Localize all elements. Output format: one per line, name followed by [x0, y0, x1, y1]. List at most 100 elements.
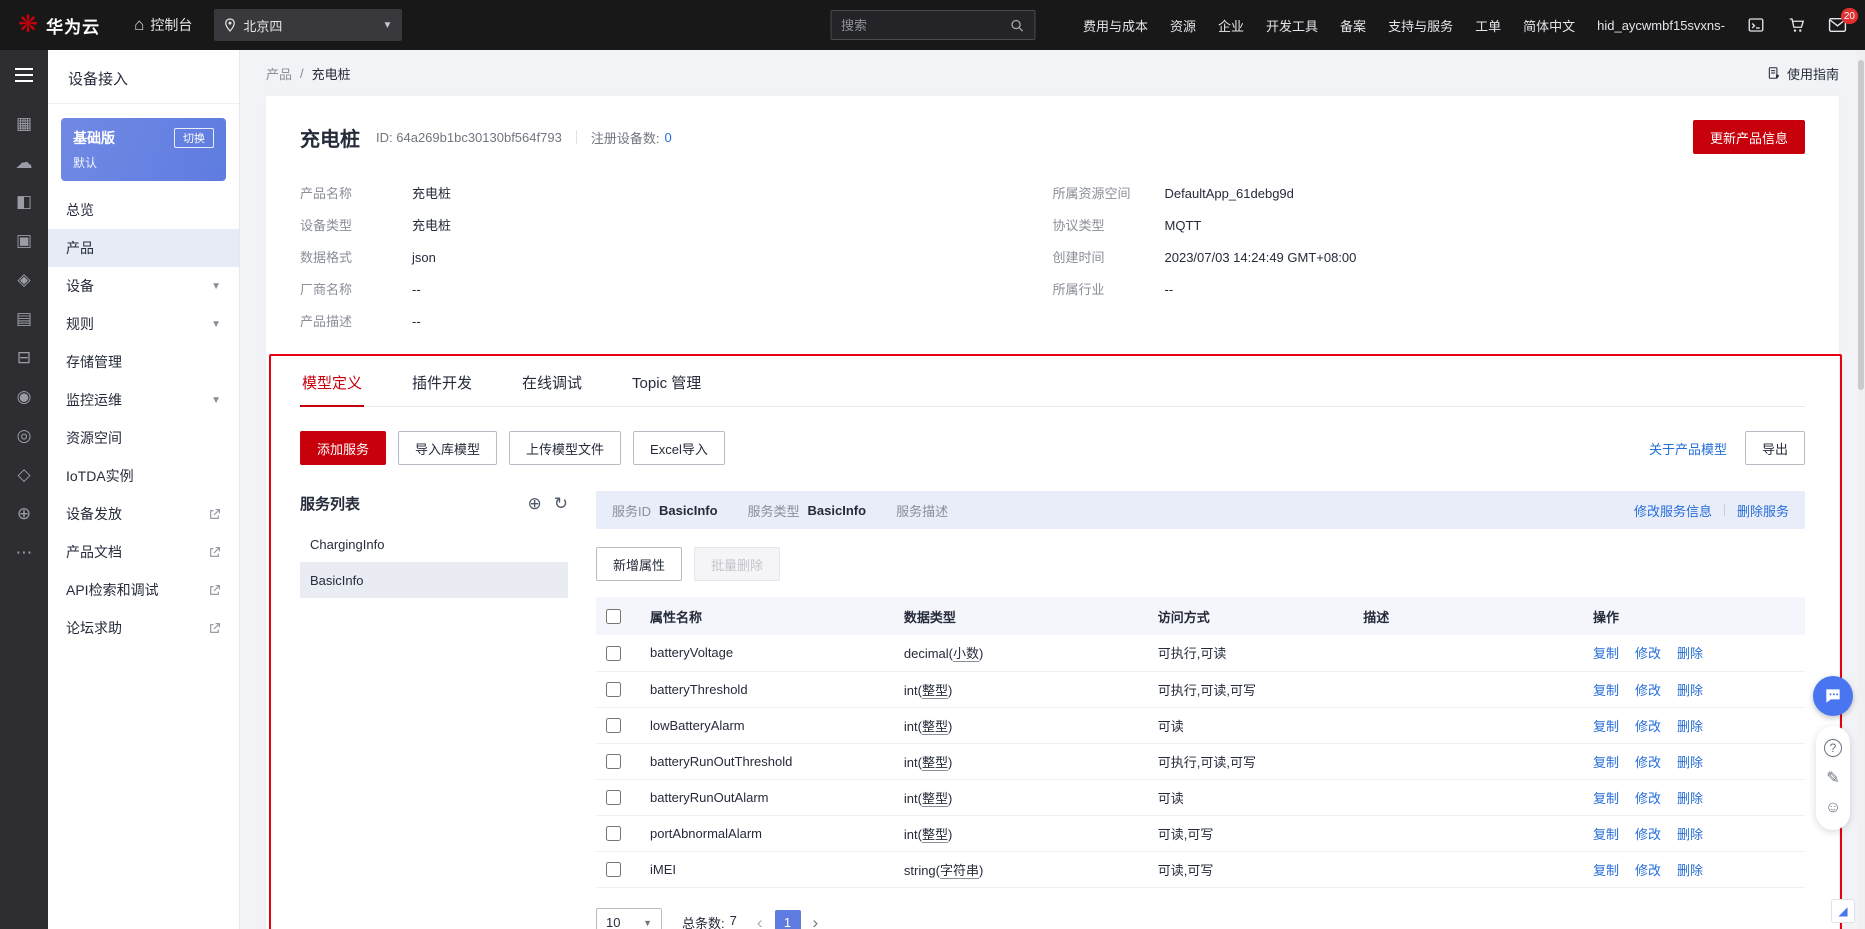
delete-link[interactable]: 删除 — [1677, 827, 1703, 842]
help-icon[interactable]: ? — [1816, 733, 1850, 763]
page-number-current[interactable]: 1 — [774, 909, 801, 929]
copy-link[interactable]: 复制 — [1593, 863, 1619, 878]
copy-link[interactable]: 复制 — [1593, 683, 1619, 698]
sidebar-item-products[interactable]: 产品 — [48, 229, 239, 267]
edit-link[interactable]: 修改 — [1635, 719, 1661, 734]
prev-page-icon[interactable]: ‹ — [757, 914, 763, 929]
type-term[interactable]: 字符串 — [940, 863, 979, 878]
tab-online-debugging[interactable]: 在线调试 — [520, 368, 584, 406]
edit-link[interactable]: 修改 — [1635, 646, 1661, 661]
type-term[interactable]: 整型 — [922, 791, 948, 806]
huawei-cloud-logo[interactable]: ❋ 华为云 — [18, 13, 100, 38]
sidebar-item-api-explorer[interactable]: API检索和调试 — [48, 571, 239, 609]
collapse-corner-widget[interactable]: ◢ — [1831, 899, 1855, 923]
delete-link[interactable]: 删除 — [1677, 719, 1703, 734]
select-all-checkbox[interactable] — [606, 609, 621, 625]
row-checkbox[interactable] — [606, 682, 621, 698]
sidebar-item-resource-spaces[interactable]: 资源空间 — [48, 419, 239, 457]
more-services-icon[interactable]: ⋯ — [0, 533, 48, 572]
add-service-button[interactable]: 添加服务 — [300, 431, 387, 465]
account-name[interactable]: hid_aycwmbf15svxns- — [1597, 18, 1725, 33]
row-checkbox[interactable] — [606, 826, 621, 842]
edit-link[interactable]: 修改 — [1635, 791, 1661, 806]
service-item-charginginfo[interactable]: ChargingInfo — [300, 526, 568, 562]
menu-enterprise[interactable]: 企业 — [1218, 16, 1244, 35]
copy-link[interactable]: 复制 — [1593, 791, 1619, 806]
scrollbar-thumb[interactable] — [1858, 60, 1864, 390]
delete-link[interactable]: 删除 — [1677, 791, 1703, 806]
region-selector[interactable]: 北京四 ▼ — [214, 9, 403, 41]
update-product-button[interactable]: 更新产品信息 — [1692, 120, 1805, 154]
feedback-icon[interactable]: ✎ — [1816, 763, 1850, 793]
sidebar-item-overview[interactable]: 总览 — [48, 191, 239, 229]
tab-plugin-development[interactable]: 插件开发 — [410, 368, 474, 406]
page-size-select[interactable]: 10 ▼ — [596, 907, 662, 929]
sidebar-item-iotda-instances[interactable]: IoTDA实例 — [48, 457, 239, 495]
menu-language[interactable]: 简体中文 — [1523, 16, 1575, 35]
delete-link[interactable]: 删除 — [1677, 646, 1703, 661]
menu-billing[interactable]: 费用与成本 — [1083, 16, 1148, 35]
delete-link[interactable]: 删除 — [1677, 863, 1703, 878]
storage-icon[interactable]: ▤ — [0, 299, 48, 338]
sidebar-item-om[interactable]: 监控运维 ▼ — [48, 381, 239, 419]
monitor-icon[interactable]: ◎ — [0, 416, 48, 455]
type-term[interactable]: 整型 — [922, 719, 948, 734]
row-checkbox[interactable] — [606, 718, 621, 734]
type-term[interactable]: 小数 — [953, 646, 979, 661]
copy-link[interactable]: 复制 — [1593, 827, 1619, 842]
copy-link[interactable]: 复制 — [1593, 719, 1619, 734]
menu-tickets[interactable]: 工单 — [1475, 16, 1501, 35]
satisfaction-icon[interactable]: ☺ — [1816, 793, 1850, 823]
sidebar-item-storage[interactable]: 存储管理 — [48, 343, 239, 381]
excel-import-button[interactable]: Excel导入 — [633, 431, 725, 465]
edit-link[interactable]: 修改 — [1635, 827, 1661, 842]
compute-icon[interactable]: ◧ — [0, 182, 48, 221]
delete-link[interactable]: 删除 — [1677, 755, 1703, 770]
security-icon[interactable]: ◉ — [0, 377, 48, 416]
add-service-icon[interactable]: ⊕ — [528, 494, 542, 514]
edit-link[interactable]: 修改 — [1635, 683, 1661, 698]
messages-icon[interactable]: 20 — [1828, 8, 1858, 33]
add-property-button[interactable]: 新增属性 — [596, 547, 683, 581]
console-link[interactable]: ⌂ 控制台 — [134, 15, 192, 35]
type-term[interactable]: 整型 — [922, 755, 948, 770]
edit-service-link[interactable]: 修改服务信息 — [1634, 501, 1712, 520]
row-checkbox[interactable] — [606, 790, 621, 806]
sidebar-item-product-docs[interactable]: 产品文档 — [48, 533, 239, 571]
ai-icon[interactable]: ◇ — [0, 455, 48, 494]
row-checkbox[interactable] — [606, 862, 621, 878]
next-page-icon[interactable]: › — [813, 914, 819, 929]
import-library-model-button[interactable]: 导入库模型 — [398, 431, 498, 465]
export-button[interactable]: 导出 — [1744, 431, 1805, 465]
customer-service-icon[interactable] — [1813, 676, 1853, 716]
cloud-service-icon[interactable]: ☁ — [0, 143, 48, 182]
search-input[interactable] — [841, 17, 1009, 33]
hamburger-menu-icon[interactable] — [11, 64, 37, 86]
about-product-model-link[interactable]: 关于产品模型 — [1649, 439, 1727, 458]
usage-guide-link[interactable]: 使用指南 — [1767, 64, 1839, 83]
tab-topic-management[interactable]: Topic 管理 — [630, 368, 703, 406]
dashboard-icon[interactable]: ▦ — [0, 104, 48, 143]
sidebar-item-rules[interactable]: 规则 ▼ — [48, 305, 239, 343]
sidebar-item-device-provisioning[interactable]: 设备发放 — [48, 495, 239, 533]
menu-resources[interactable]: 资源 — [1170, 16, 1196, 35]
network-icon[interactable]: ◈ — [0, 260, 48, 299]
delete-service-link[interactable]: 删除服务 — [1737, 501, 1789, 520]
terminal-icon[interactable] — [1747, 16, 1765, 34]
menu-support[interactable]: 支持与服务 — [1388, 16, 1453, 35]
sidebar-item-forum-help[interactable]: 论坛求助 — [48, 609, 239, 647]
registered-devices-count[interactable]: 0 — [664, 130, 671, 145]
type-term[interactable]: 整型 — [922, 827, 948, 842]
upload-model-file-button[interactable]: 上传模型文件 — [509, 431, 622, 465]
sidebar-item-devices[interactable]: 设备 ▼ — [48, 267, 239, 305]
type-term[interactable]: 整型 — [922, 683, 948, 698]
switch-edition-button[interactable]: 切换 — [174, 128, 214, 148]
delete-link[interactable]: 删除 — [1677, 683, 1703, 698]
service-item-basicinfo[interactable]: BasicInfo — [300, 562, 568, 598]
edit-link[interactable]: 修改 — [1635, 863, 1661, 878]
database-icon[interactable]: ⊟ — [0, 338, 48, 377]
copy-link[interactable]: 复制 — [1593, 646, 1619, 661]
row-checkbox[interactable] — [606, 754, 621, 770]
iot-icon[interactable]: ⊕ — [0, 494, 48, 533]
edit-link[interactable]: 修改 — [1635, 755, 1661, 770]
